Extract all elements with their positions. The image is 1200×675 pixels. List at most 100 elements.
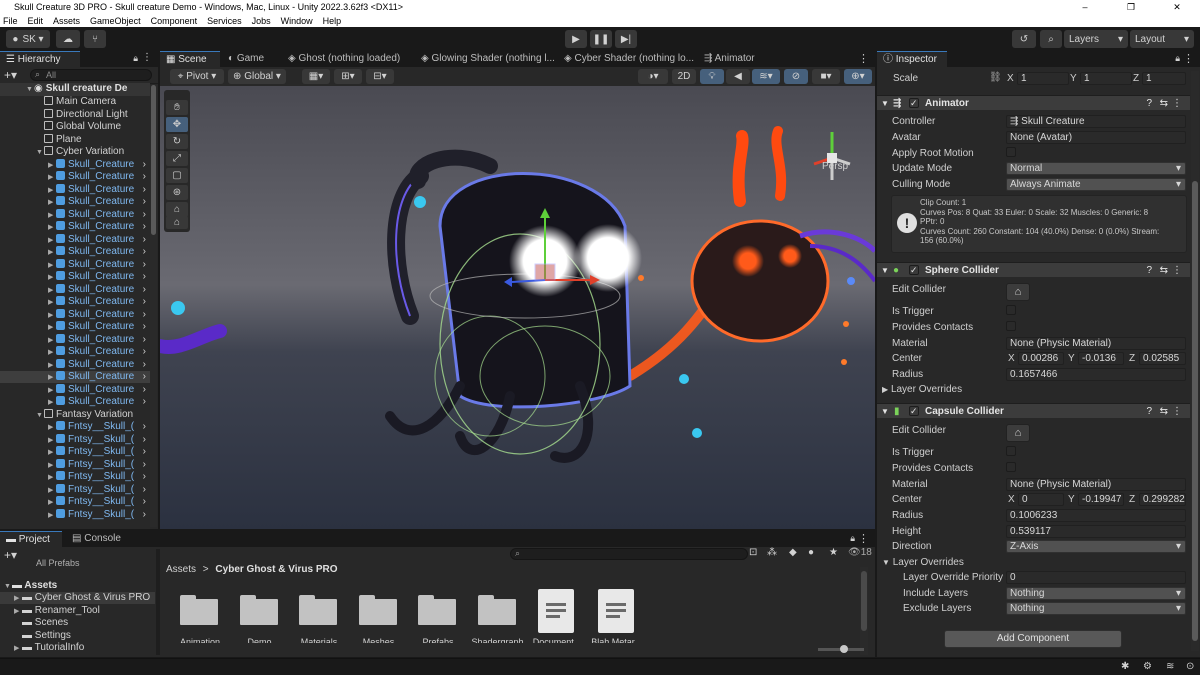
chevron-right-icon[interactable]: ▶	[48, 297, 56, 308]
edit-collider-button[interactable]: ⌂	[1006, 283, 1030, 301]
chevron-right-icon[interactable]: ▶	[48, 510, 56, 521]
chevron-right-icon[interactable]: ▶	[48, 335, 56, 346]
close-button[interactable]: ✕	[1154, 0, 1200, 14]
prefab-open-icon[interactable]: ›	[143, 296, 146, 308]
kebab-menu-icon[interactable]: ⋮	[1172, 404, 1182, 419]
asset-item[interactable]: Animation	[172, 579, 228, 643]
chevron-right-icon[interactable]: ▶	[48, 422, 56, 433]
chevron-right-icon[interactable]: ▶	[48, 272, 56, 283]
hierarchy-item[interactable]: Main Camera	[0, 96, 150, 108]
lock-icon[interactable]: 🔒︎	[1175, 53, 1180, 64]
prefab-open-icon[interactable]: ›	[143, 459, 146, 471]
prefab-open-icon[interactable]: ›	[143, 509, 146, 521]
chevron-right-icon[interactable]: ▶	[48, 222, 56, 233]
chevron-right-icon[interactable]: ▶	[48, 160, 56, 171]
scene-root[interactable]: ▼◉ Skull creature De	[0, 83, 150, 96]
prefab-open-icon[interactable]: ›	[143, 346, 146, 358]
help-icon[interactable]: ?	[1146, 404, 1152, 419]
chevron-down-icon[interactable]: ▼	[36, 147, 44, 158]
hierarchy-item[interactable]: Global Volume	[0, 121, 150, 133]
label-icon[interactable]: ◆	[789, 547, 797, 558]
sphere-center-y[interactable]: -0.0136	[1078, 352, 1124, 365]
camera-dropdown[interactable]: ■▾	[812, 69, 840, 84]
hierarchy-item[interactable]: ▶ Skull_Creature ›	[0, 346, 150, 358]
chevron-right-icon[interactable]: ▶	[48, 435, 56, 446]
menu-window[interactable]: Window	[281, 16, 313, 26]
history-button[interactable]: ↺	[1012, 30, 1036, 48]
chevron-right-icon[interactable]: ▶	[48, 460, 56, 471]
cloud-button[interactable]: ☁	[56, 30, 80, 48]
search-button[interactable]: ⌕	[1040, 30, 1062, 48]
hierarchy-item[interactable]: Directional Light	[0, 108, 150, 121]
menu-services[interactable]: Services	[207, 16, 242, 26]
diagnostics-icon[interactable]: ⚙︎	[1143, 661, 1152, 672]
step-button[interactable]: ▶|	[615, 30, 637, 48]
progress-icon[interactable]: ≋	[1166, 661, 1174, 672]
hierarchy-item[interactable]: ▶ Skull_Creature ›	[0, 358, 150, 371]
chevron-right-icon[interactable]: ▶	[48, 360, 56, 371]
chevron-right-icon[interactable]: ▶	[48, 235, 56, 246]
hierarchy-item[interactable]: ▶ Skull_Creature ›	[0, 171, 150, 183]
prefab-open-icon[interactable]: ›	[143, 359, 146, 371]
tree-item[interactable]: ▬ Settings	[14, 630, 71, 642]
help-icon[interactable]: ?	[1146, 96, 1152, 111]
kebab-menu-icon[interactable]: ⋮	[1172, 263, 1182, 278]
hierarchy-item[interactable]: ▶ Skull_Creature ›	[0, 208, 150, 221]
kebab-menu-icon[interactable]: ⋮	[858, 532, 869, 545]
prefab-open-icon[interactable]: ›	[143, 171, 146, 183]
hierarchy-item[interactable]: ▶ Skull_Creature ›	[0, 196, 150, 208]
prefab-open-icon[interactable]: ›	[143, 271, 146, 283]
prefab-open-icon[interactable]: ›	[143, 196, 146, 208]
add-component-button[interactable]: Add Component	[944, 630, 1122, 648]
capsule-provides-contacts-checkbox[interactable]	[1006, 462, 1016, 472]
hierarchy-item[interactable]: ▶ Skull_Creature ›	[0, 333, 150, 346]
link-icon[interactable]: ⛓︎	[989, 72, 1002, 83]
rect-tool[interactable]: ▢	[166, 168, 188, 183]
grid-snap-button[interactable]: ▦▾	[302, 69, 330, 84]
tab-hierarchy[interactable]: ☰ Hierarchy	[0, 51, 80, 67]
prefab-open-icon[interactable]: ›	[143, 221, 146, 233]
prefab-open-icon[interactable]: ›	[143, 334, 146, 346]
prefab-open-icon[interactable]: ›	[143, 284, 146, 296]
sphere-is-trigger-checkbox[interactable]	[1006, 305, 1016, 315]
tree-item[interactable]: ▬ Scenes	[14, 617, 68, 629]
chevron-right-icon[interactable]: ▶	[48, 497, 56, 508]
hierarchy-item[interactable]: ▶ Skull_Creature ›	[0, 158, 150, 171]
chevron-right-icon[interactable]: ▶	[48, 185, 56, 196]
culling-mode-dropdown[interactable]: Always Animate ▾	[1006, 178, 1186, 191]
direction-dropdown[interactable]: Z-Axis ▾	[1006, 540, 1186, 553]
account-button[interactable]: ● SK ▾	[6, 30, 50, 48]
hierarchy-item[interactable]: ▶ Skull_Creature ›	[0, 258, 150, 271]
custom-tool[interactable]: ⌂	[166, 216, 188, 229]
hand-tool[interactable]: ✋︎	[166, 100, 188, 115]
hierarchy-item[interactable]: ▶ Skull_Creature ›	[0, 221, 150, 233]
sphere-collider-header[interactable]: ▼ ● ✓ Sphere Collider ? ⇆ ⋮	[877, 262, 1190, 277]
menu-file[interactable]: File	[3, 16, 18, 26]
scale-tool[interactable]: ⤢	[166, 151, 188, 166]
scale-x-field[interactable]: 1	[1017, 72, 1069, 85]
prefab-open-icon[interactable]: ›	[143, 209, 146, 221]
lighting-toggle[interactable]: 💡︎	[700, 69, 724, 84]
menu-component[interactable]: Component	[151, 16, 198, 26]
chevron-right-icon[interactable]: ▶	[48, 260, 56, 271]
prefab-open-icon[interactable]: ›	[143, 259, 146, 271]
scale-z-field[interactable]: 1	[1142, 72, 1186, 85]
package-icon[interactable]: ⊙	[1186, 661, 1194, 672]
hierarchy-item[interactable]: ▼ Fantasy Variation	[0, 408, 150, 421]
lock-icon[interactable]: 🔒︎	[133, 53, 138, 64]
hierarchy-item[interactable]: ▶ Fntsy__Skull_(›	[0, 421, 150, 433]
sphere-provides-contacts-checkbox[interactable]	[1006, 321, 1016, 331]
menu-edit[interactable]: Edit	[28, 16, 44, 26]
star-icon[interactable]: ★	[829, 547, 838, 558]
hierarchy-scrollbar[interactable]	[150, 85, 157, 527]
scale-y-field[interactable]: 1	[1080, 72, 1132, 85]
hierarchy-item[interactable]: Plane	[0, 133, 150, 146]
prefab-open-icon[interactable]: ›	[143, 496, 146, 508]
maximize-button[interactable]: ❐	[1108, 0, 1154, 14]
move-tool[interactable]: ✥	[166, 117, 188, 132]
capsule-center-z[interactable]: 0.299282	[1139, 493, 1186, 506]
chevron-right-icon[interactable]: ▶	[48, 447, 56, 458]
asset-item[interactable]: Meshes	[351, 579, 407, 643]
hierarchy-item[interactable]: ▶ Skull_Creature ›	[0, 246, 150, 258]
exclude-layers-dropdown[interactable]: Nothing ▾	[1006, 602, 1186, 615]
